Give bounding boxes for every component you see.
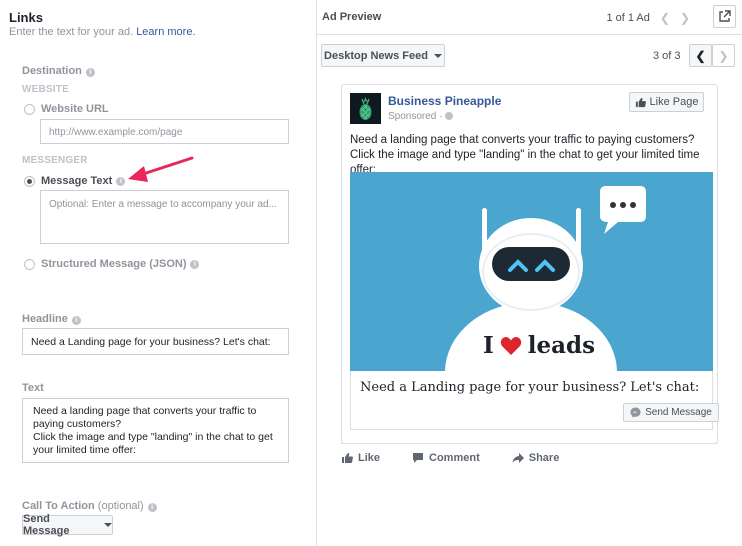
like-action-label: Like <box>358 452 381 464</box>
thumbs-up-icon <box>635 97 646 107</box>
pointer-arrow-icon <box>128 156 194 182</box>
globe-icon <box>445 112 454 120</box>
prev-placement-button[interactable]: ❮ <box>689 44 712 67</box>
ad-count: 1 of 1 Ad <box>606 12 650 24</box>
placement-value: Desktop News Feed <box>324 49 428 62</box>
page-name-link[interactable]: Business Pineapple <box>388 94 501 108</box>
comment-action-label: Comment <box>429 452 480 464</box>
text-input-line: paying customers? <box>33 418 122 430</box>
text-label: Text <box>22 382 44 394</box>
links-title: Links <box>9 10 43 25</box>
post-actions: Like Comment Share <box>341 452 591 464</box>
heart-icon <box>500 336 521 355</box>
text-input-line: Need a landing page that converts your t… <box>33 405 257 417</box>
comment-icon <box>413 453 424 463</box>
ad-image[interactable]: I leads <box>350 172 713 371</box>
chevron-right-icon[interactable]: ❯ <box>680 11 690 25</box>
ad-headline[interactable]: Need a Landing page for your business? L… <box>360 380 699 395</box>
website-heading: WEBSITE <box>22 84 69 95</box>
text-input[interactable]: Need a landing page that converts your t… <box>22 398 289 463</box>
website-url-label: Website URL <box>41 103 109 115</box>
ad-card: Business Pineapple Sponsored · Like Page… <box>341 84 719 444</box>
ad-preview-title: Ad Preview <box>322 11 382 23</box>
thumbs-up-icon <box>342 453 353 463</box>
send-message-label: Send Message <box>645 407 712 418</box>
chevron-down-icon <box>433 53 442 58</box>
share-icon <box>512 453 524 463</box>
cta-label: Call To Action (optional) i <box>22 500 157 512</box>
chevron-left-icon[interactable]: ❮ <box>660 11 670 25</box>
headline-input[interactable]: Need a Landing page for your business? L… <box>22 328 289 355</box>
text-input-line: Click the image and type "landing" in th… <box>33 431 273 443</box>
like-page-button[interactable]: Like Page <box>629 92 704 112</box>
placement-dropdown[interactable]: Desktop News Feed <box>321 44 445 67</box>
chevron-right-icon: ❯ <box>718 48 729 63</box>
links-panel: Links Enter the text for your ad. Learn … <box>0 0 316 546</box>
chevron-down-icon <box>104 523 112 527</box>
message-text-option[interactable]: Message Text i <box>24 175 126 187</box>
sponsored-label: Sponsored · <box>388 111 454 122</box>
message-text-label: Message Text <box>41 175 113 187</box>
sponsored-text: Sponsored <box>388 111 437 122</box>
info-icon[interactable]: i <box>147 503 157 512</box>
placement-count: 3 of 3 <box>653 50 681 62</box>
next-placement-button[interactable]: ❯ <box>712 44 735 67</box>
message-text-input[interactable]: Optional: Enter a message to accompany y… <box>40 190 289 244</box>
destination-label-text: Destination <box>22 65 82 77</box>
like-page-label: Like Page <box>649 96 699 108</box>
cta-label-text: Call To Action <box>22 500 95 512</box>
website-url-option[interactable]: Website URL <box>24 103 109 115</box>
info-icon[interactable]: i <box>85 68 95 77</box>
ad-preview-panel: Ad Preview 1 of 1 Ad ❮ ❯ Desktop News Fe… <box>317 0 742 546</box>
ad-pager: 1 of 1 Ad ❮ ❯ <box>606 11 690 25</box>
pineapple-icon <box>350 93 381 124</box>
website-url-radio[interactable] <box>24 103 35 115</box>
structured-message-option[interactable]: Structured Message (JSON) i <box>24 258 200 270</box>
card-divider <box>341 443 718 444</box>
structured-message-radio[interactable] <box>24 258 35 270</box>
chevron-left-icon: ❮ <box>695 48 706 63</box>
destination-label: Destination i <box>22 65 95 77</box>
links-subtitle-text: Enter the text for your ad. <box>9 26 134 38</box>
page-avatar[interactable] <box>350 93 381 124</box>
messenger-heading: MESSENGER <box>22 155 88 166</box>
header-divider <box>317 34 742 35</box>
send-message-button[interactable]: Send Message <box>623 403 719 422</box>
cta-dropdown-value: Send Message <box>23 513 70 537</box>
learn-more-link[interactable]: Learn more. <box>136 26 195 38</box>
cta-optional: (optional) <box>97 500 144 512</box>
share-action-label: Share <box>528 452 560 464</box>
open-external-button[interactable] <box>713 5 736 28</box>
messenger-icon <box>630 407 641 418</box>
headline-label-text: Headline <box>22 313 68 325</box>
info-icon[interactable]: i <box>190 259 200 269</box>
info-icon[interactable]: i <box>71 316 81 325</box>
image-text-i: I <box>483 332 494 359</box>
like-action[interactable]: Like <box>341 452 380 464</box>
website-url-input[interactable]: http://www.example.com/page <box>40 119 289 144</box>
external-link-icon <box>719 10 731 22</box>
image-text-leads: leads <box>527 332 596 359</box>
ad-body-line: Need a landing page that converts your t… <box>350 134 695 146</box>
structured-message-label: Structured Message (JSON) <box>41 258 187 270</box>
comment-action[interactable]: Comment <box>412 452 480 464</box>
links-subtitle: Enter the text for your ad. Learn more. <box>9 26 196 38</box>
headline-label: Headline i <box>22 313 81 325</box>
share-action[interactable]: Share <box>512 452 560 464</box>
message-text-radio[interactable] <box>24 175 35 187</box>
i-love-leads-text: I leads <box>483 332 595 359</box>
cta-dropdown[interactable]: Send Message <box>22 513 113 537</box>
text-input-line: your limited time offer: <box>33 444 137 456</box>
